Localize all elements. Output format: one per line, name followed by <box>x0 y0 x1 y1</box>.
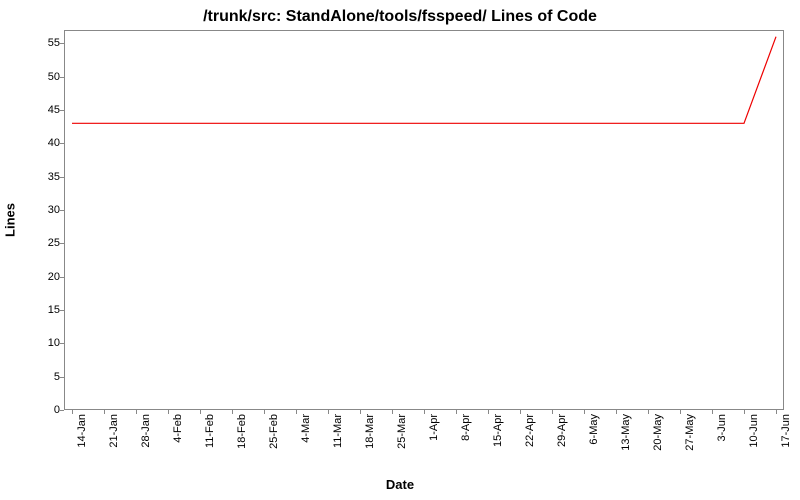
x-tick-label: 28-Jan <box>140 414 152 448</box>
x-tick-label: 21-Jan <box>108 414 120 448</box>
x-tick-mark <box>392 410 393 414</box>
x-tick-mark <box>168 410 169 414</box>
x-tick-label: 10-Jun <box>748 414 760 448</box>
x-tick-mark <box>552 410 553 414</box>
x-tick-mark <box>328 410 329 414</box>
y-tick-mark <box>60 377 64 378</box>
x-tick-mark <box>520 410 521 414</box>
x-tick-mark <box>584 410 585 414</box>
x-tick-label: 15-Apr <box>492 414 504 447</box>
x-tick-mark <box>232 410 233 414</box>
y-tick-label: 30 <box>30 204 60 216</box>
x-tick-label: 18-Feb <box>236 414 248 449</box>
x-tick-mark <box>264 410 265 414</box>
x-tick-label: 8-Apr <box>460 414 472 441</box>
y-tick-label: 55 <box>30 37 60 49</box>
y-tick-label: 35 <box>30 171 60 183</box>
y-tick-label: 5 <box>30 371 60 383</box>
x-tick-label: 27-May <box>684 414 696 451</box>
x-tick-mark <box>424 410 425 414</box>
y-tick-label: 50 <box>30 71 60 83</box>
y-tick-mark <box>60 277 64 278</box>
y-tick-label: 15 <box>30 304 60 316</box>
x-tick-label: 11-Feb <box>204 414 216 448</box>
x-tick-mark <box>136 410 137 414</box>
x-tick-label: 1-Apr <box>428 414 440 441</box>
chart-title: /trunk/src: StandAlone/tools/fsspeed/ Li… <box>0 8 800 26</box>
x-tick-label: 29-Apr <box>556 414 568 447</box>
x-tick-mark <box>616 410 617 414</box>
y-tick-mark <box>60 210 64 211</box>
y-tick-mark <box>60 177 64 178</box>
plot-area <box>64 30 784 410</box>
y-tick-label: 25 <box>30 237 60 249</box>
x-tick-mark <box>776 410 777 414</box>
x-tick-label: 17-Jun <box>780 414 792 448</box>
x-tick-label: 4-Mar <box>300 414 312 443</box>
x-tick-label: 18-Mar <box>364 414 376 449</box>
y-tick-mark <box>60 410 64 411</box>
x-tick-label: 25-Feb <box>268 414 280 449</box>
y-axis-label: Lines <box>3 203 18 237</box>
x-tick-label: 11-Mar <box>332 414 344 448</box>
x-tick-label: 4-Feb <box>172 414 184 443</box>
x-tick-mark <box>456 410 457 414</box>
y-tick-mark <box>60 110 64 111</box>
x-tick-mark <box>72 410 73 414</box>
x-tick-label: 14-Jan <box>76 414 88 448</box>
x-tick-mark <box>360 410 361 414</box>
y-tick-label: 20 <box>30 271 60 283</box>
y-tick-mark <box>60 243 64 244</box>
y-tick-label: 45 <box>30 104 60 116</box>
y-tick-mark <box>60 343 64 344</box>
x-tick-mark <box>488 410 489 414</box>
x-tick-label: 6-May <box>588 414 600 445</box>
x-tick-label: 20-May <box>652 414 664 451</box>
x-tick-mark <box>744 410 745 414</box>
y-tick-mark <box>60 43 64 44</box>
y-tick-label: 10 <box>30 337 60 349</box>
x-tick-mark <box>648 410 649 414</box>
y-tick-label: 0 <box>30 404 60 416</box>
x-tick-mark <box>712 410 713 414</box>
x-tick-mark <box>200 410 201 414</box>
x-tick-mark <box>680 410 681 414</box>
y-tick-label: 40 <box>30 137 60 149</box>
x-tick-mark <box>104 410 105 414</box>
x-tick-label: 3-Jun <box>716 414 728 442</box>
y-tick-mark <box>60 77 64 78</box>
x-tick-label: 13-May <box>620 414 632 451</box>
y-tick-mark <box>60 143 64 144</box>
x-tick-label: 22-Apr <box>524 414 536 447</box>
x-tick-label: 25-Mar <box>396 414 408 449</box>
x-tick-mark <box>296 410 297 414</box>
y-tick-mark <box>60 310 64 311</box>
x-axis-label: Date <box>0 477 800 492</box>
